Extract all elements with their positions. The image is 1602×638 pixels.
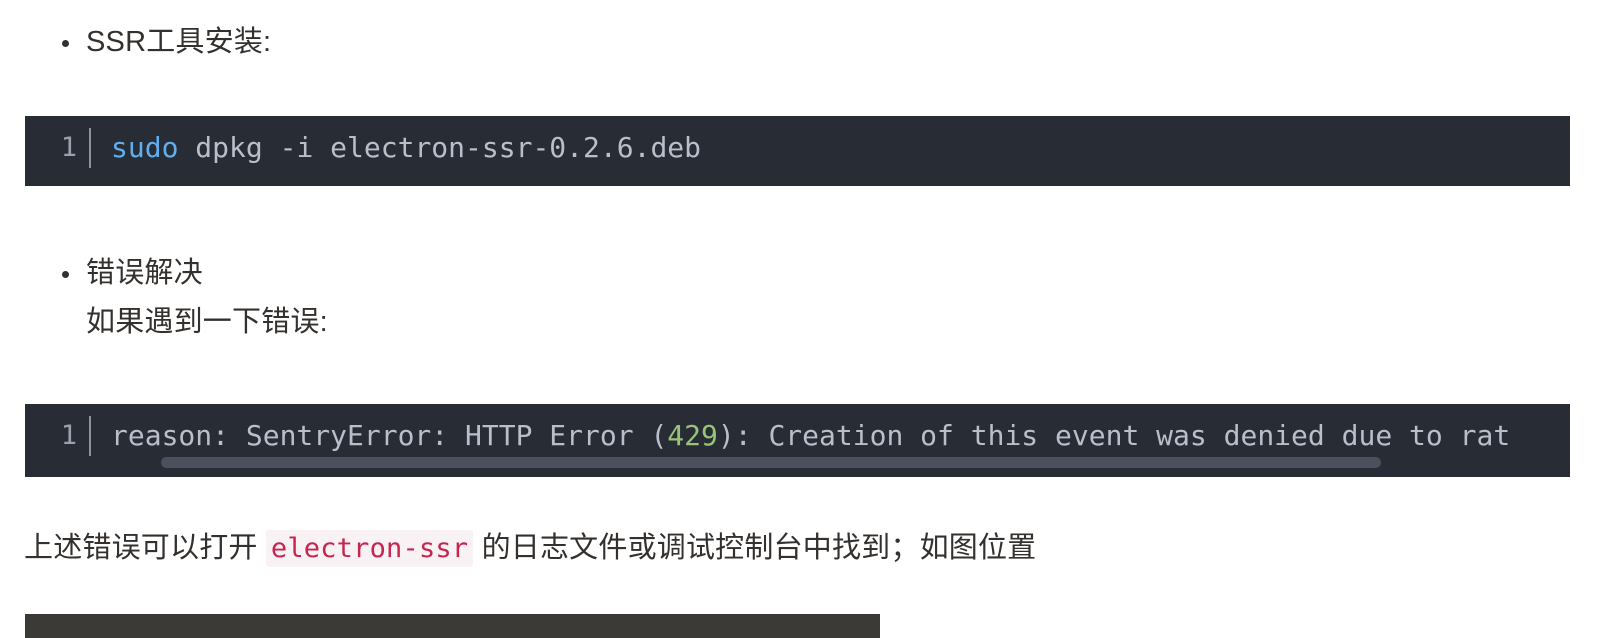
bullet-subtext-error-hint: 如果遇到一下错误: (86, 306, 328, 338)
code-block-error[interactable]: 1 reason: SentryError: HTTP Error (429):… (25, 404, 1570, 477)
document-page: SSR工具安装: 1 sudo dpkg -i electron-ssr-0.2… (0, 0, 1602, 638)
bullet-list-error: 错误解决 如果遇到一下错误: (50, 249, 328, 347)
code-horizontal-scrollbar[interactable] (161, 457, 1551, 468)
scrollbar-thumb[interactable] (161, 457, 1381, 468)
bottom-dark-bar (25, 614, 880, 638)
list-item: 错误解决 如果遇到一下错误: (50, 249, 328, 347)
paragraph-text-after: 的日志文件或调试控制台中找到；如图位置 (473, 532, 1037, 564)
code-token-number: 429 (667, 419, 718, 452)
code-token-plain: reason: SentryError: HTTP Error ( (111, 419, 668, 452)
inline-code-electron-ssr: electron-ssr (265, 530, 474, 567)
bullet-text-error-fix: 错误解决 (86, 257, 203, 289)
code-block-install[interactable]: 1 sudo dpkg -i electron-ssr-0.2.6.deb (25, 116, 1570, 186)
list-item: SSR工具安装: (50, 18, 271, 67)
paragraph-error-location: 上述错误可以打开 electron-ssr 的日志文件或调试控制台中找到；如图位… (24, 524, 1036, 573)
code-content: sudo dpkg -i electron-ssr-0.2.6.deb (91, 116, 1570, 180)
line-number: 1 (60, 132, 77, 163)
code-token-keyword: sudo (111, 131, 179, 164)
code-line: 1 sudo dpkg -i electron-ssr-0.2.6.deb (25, 116, 1570, 186)
code-token-plain-tail: ): Creation of this event was denied due… (717, 419, 1511, 452)
line-number: 1 (60, 420, 77, 451)
bullet-text-ssr-install: SSR工具安装: (86, 26, 272, 58)
bullet-list-install: SSR工具安装: (50, 18, 271, 67)
paragraph-text-before: 上述错误可以打开 (24, 532, 266, 564)
code-token-plain: dpkg -i electron-ssr-0.2.6.deb (178, 131, 702, 164)
